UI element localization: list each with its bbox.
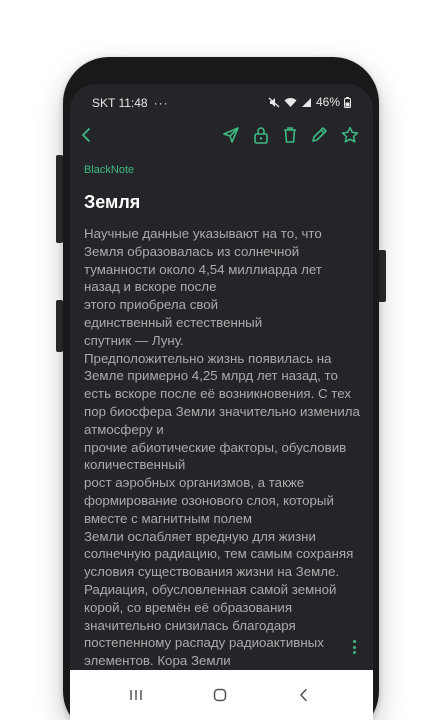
delete-button[interactable] [279,124,301,146]
favorite-button[interactable] [339,124,361,146]
lock-icon [254,127,268,144]
more-options-icon[interactable] [351,640,357,656]
navigation-bar [70,670,373,720]
lock-button[interactable] [250,124,272,146]
battery-percent: 46% [315,95,340,109]
power-button [378,250,386,302]
back-button[interactable] [75,124,97,146]
back-nav-button[interactable] [290,681,318,709]
mute-icon [268,97,280,107]
screen: SKT 11:48 ··· 46% BlackNote Земля Научны… [70,84,373,720]
star-icon [341,126,359,143]
edit-icon [312,127,327,142]
recent-apps-button[interactable] [122,681,150,709]
edit-button[interactable] [308,124,330,146]
status-more-icon: ··· [153,96,169,110]
bixby-button [56,300,63,352]
signal-icon [301,97,311,107]
wifi-icon [284,97,297,107]
back-nav-icon [300,688,307,702]
status-time: SKT 11:48 [92,96,148,110]
recent-apps-icon [130,690,142,700]
home-icon [213,688,227,702]
note-body[interactable]: Научные данные указывают на то, что Земл… [84,225,360,670]
battery-icon [344,96,351,108]
stage: SKT 11:48 ··· 46% BlackNote Земля Научны… [0,0,444,720]
send-button[interactable] [220,124,242,146]
app-label: BlackNote [84,164,135,176]
status-right: 46% [268,95,351,109]
send-icon [223,127,239,143]
status-bar: SKT 11:48 ··· 46% [70,84,373,118]
volume-button [56,155,63,243]
trash-icon [284,127,296,143]
status-left: SKT 11:48 ··· [92,96,169,110]
note-title[interactable]: Земля [84,192,140,213]
note-toolbar [70,120,373,150]
home-button[interactable] [206,681,234,709]
back-icon [82,128,90,142]
